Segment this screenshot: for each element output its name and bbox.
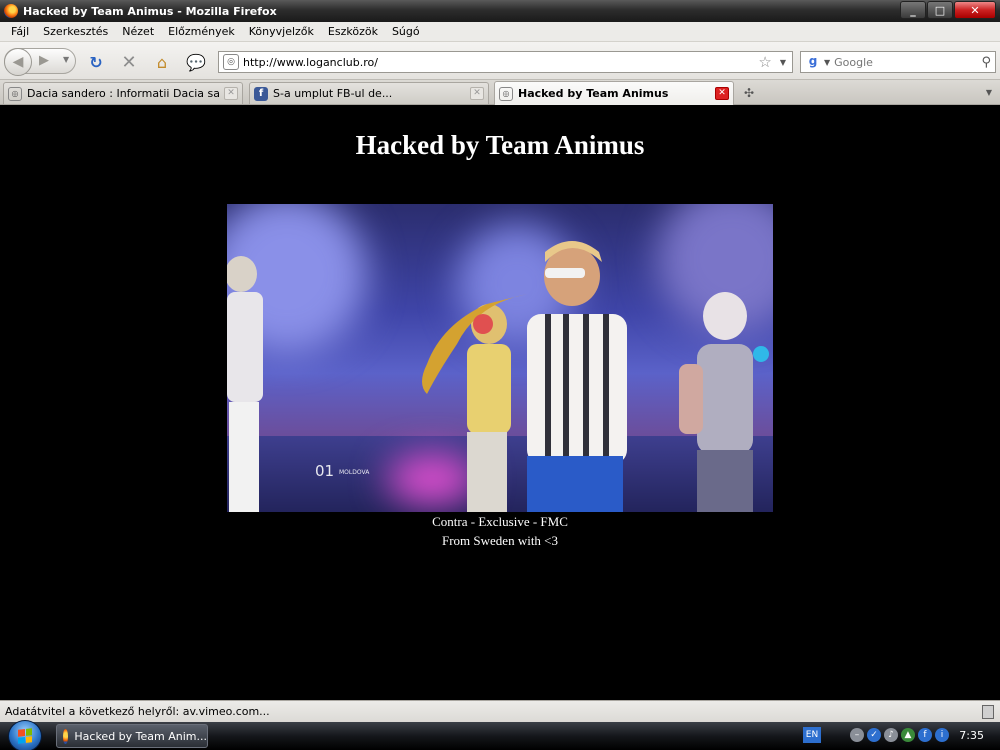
facebook-tray-icon[interactable]: f: [918, 728, 932, 742]
tab-strip: ◎ Dacia sandero : Informatii Dacia sande…: [0, 80, 1000, 105]
site-icon: ◎: [499, 86, 513, 101]
back-arrow-icon[interactable]: ◀: [4, 48, 32, 76]
page-content: Hacked by Team Animus 01 MOLDOVA Contra …: [0, 106, 1000, 700]
tab-facebook[interactable]: f S-a umplut FB-ul de... ✕: [249, 82, 489, 104]
history-dropdown-icon[interactable]: ▼: [63, 55, 69, 64]
home-icon[interactable]: ⌂: [152, 52, 172, 72]
back-forward-group: ◀ ▶ ▼: [4, 48, 76, 76]
status-text: Adatátvitel a következő helyről: av.vime…: [5, 705, 270, 718]
menu-history[interactable]: Előzmények: [161, 25, 242, 38]
minimize-button[interactable]: _: [900, 1, 926, 19]
volume-icon[interactable]: ♪: [884, 728, 898, 742]
tab-dacia-sandero[interactable]: ◎ Dacia sandero : Informatii Dacia sande…: [3, 82, 243, 104]
address-bar[interactable]: ◎ http://www.loganclub.ro/ ☆ ▼: [218, 51, 793, 73]
stop-icon[interactable]: ✕: [119, 52, 139, 73]
site-favicon-icon: ◎: [223, 54, 239, 70]
caption-line-2: From Sweden with <3: [441, 533, 559, 548]
tab-list-dropdown-icon[interactable]: ▼: [980, 83, 998, 103]
performers-illustration: [227, 241, 769, 512]
new-tab-icon[interactable]: ✣: [737, 83, 761, 103]
info-tray-icon[interactable]: i: [935, 728, 949, 742]
facebook-icon: f: [254, 86, 268, 101]
taskbar-firefox-button[interactable]: Hacked by Team Anim...: [56, 724, 208, 748]
tab-close-icon[interactable]: ✕: [224, 87, 238, 100]
taskbar-task-label: Hacked by Team Anim...: [74, 729, 207, 743]
video-overlay-number: 01: [315, 462, 335, 480]
search-input[interactable]: [834, 55, 982, 69]
page-info-icon[interactable]: [982, 705, 994, 719]
firefox-icon: [63, 728, 69, 744]
video-overlay-country: MOLDOVA: [339, 469, 370, 476]
tab-close-icon[interactable]: ✕: [715, 87, 729, 100]
maximize-button[interactable]: □: [927, 1, 953, 19]
menu-bar: Fájl Szerkesztés Nézet Előzmények Könyvj…: [0, 22, 1000, 42]
tab-hacked[interactable]: ◎ Hacked by Team Animus ✕: [494, 81, 734, 105]
embedded-video[interactable]: 01 MOLDOVA: [227, 204, 773, 512]
forward-arrow-icon[interactable]: ▶: [39, 53, 49, 68]
menu-view[interactable]: Nézet: [115, 25, 161, 38]
tab-label: S-a umplut FB-ul de...: [273, 87, 393, 100]
window-title: Hacked by Team Animus - Mozilla Firefox: [23, 4, 277, 18]
google-icon[interactable]: g: [804, 54, 822, 70]
menu-tools[interactable]: Eszközök: [321, 25, 385, 38]
tab-label: Hacked by Team Animus: [518, 87, 669, 100]
menu-edit[interactable]: Szerkesztés: [36, 25, 115, 38]
speech-bubble-icon[interactable]: 💬: [186, 52, 206, 72]
site-icon: ◎: [8, 86, 22, 101]
clock: 7:35: [959, 729, 984, 742]
firefox-icon: [4, 4, 18, 18]
bookmark-star-icon[interactable]: ☆: [758, 53, 771, 71]
status-bar: Adatátvitel a következő helyről: av.vime…: [0, 700, 1000, 722]
tray-minus-icon[interactable]: –: [850, 728, 864, 742]
window-titlebar: Hacked by Team Animus - Mozilla Firefox …: [0, 0, 1000, 22]
tab-label: Dacia sandero : Informatii Dacia sandero: [27, 87, 220, 100]
search-box[interactable]: g ▼ ⚲: [800, 51, 996, 73]
close-window-button[interactable]: ✕: [954, 1, 996, 19]
start-button[interactable]: [8, 720, 42, 750]
menu-file[interactable]: Fájl: [4, 25, 36, 38]
system-tray: – ✓ ♪ ▲ f i: [850, 728, 949, 742]
page-heading: Hacked by Team Animus: [355, 130, 645, 160]
url-text[interactable]: http://www.loganclub.ro/: [243, 56, 758, 69]
menu-help[interactable]: Súgó: [385, 25, 427, 38]
reload-icon[interactable]: ↻: [86, 52, 106, 72]
language-indicator[interactable]: EN: [803, 727, 821, 743]
caption-line-1: Contra - Exclusive - FMC: [432, 514, 568, 529]
search-icon[interactable]: ⚲: [981, 55, 991, 70]
search-engine-dropdown-icon[interactable]: ▼: [824, 58, 830, 67]
windows-logo-icon: [18, 728, 32, 744]
tray-check-icon[interactable]: ✓: [867, 728, 881, 742]
window-controls: _ □ ✕: [900, 1, 996, 19]
taskbar: Hacked by Team Anim... EN – ✓ ♪ ▲ f i 7:…: [0, 720, 1000, 750]
menu-bookmarks[interactable]: Könyvjelzők: [242, 25, 321, 38]
network-icon[interactable]: ▲: [901, 728, 915, 742]
tab-close-icon[interactable]: ✕: [470, 87, 484, 100]
url-dropdown-icon[interactable]: ▼: [780, 58, 786, 67]
